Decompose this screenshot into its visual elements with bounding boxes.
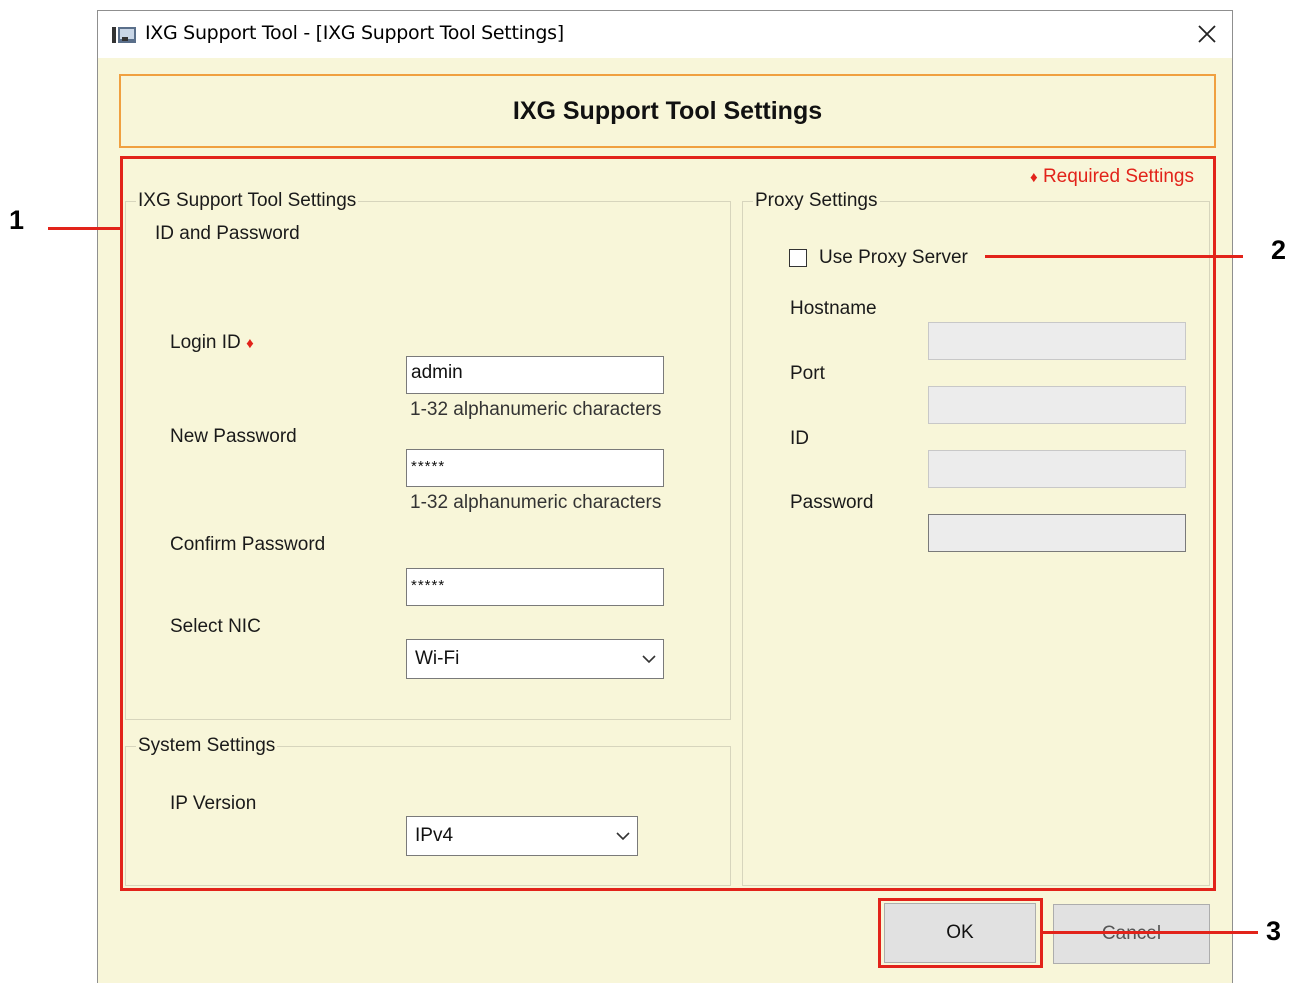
required-settings-note: ♦ Required Settings [1030, 166, 1194, 189]
required-marker: ♦ [246, 335, 254, 352]
callout-line-3 [1040, 931, 1258, 934]
login-id-hint: 1-32 alphanumeric characters [410, 399, 662, 420]
callout-line-2 [985, 255, 1243, 258]
password-label: Password [790, 492, 874, 513]
nic-select[interactable]: Wi-Fi [406, 639, 664, 679]
required-settings-text: Required Settings [1042, 166, 1194, 187]
use-proxy-label[interactable]: Use Proxy Server [819, 247, 968, 269]
close-button[interactable] [1185, 14, 1229, 54]
login-id-label: Login ID ♦ [170, 332, 254, 355]
login-id-input[interactable]: admin [406, 356, 664, 394]
callout-box-ok [878, 898, 1043, 968]
new-password-label: New Password [170, 426, 297, 447]
confirm-password-label: Confirm Password [170, 534, 326, 555]
new-password-hint: 1-32 alphanumeric characters [410, 492, 662, 513]
proxy-settings-legend: Proxy Settings [753, 190, 880, 212]
proxy-id-input[interactable] [928, 450, 1186, 488]
required-marker: ♦ [1030, 169, 1038, 186]
support-settings-legend: IXG Support Tool Settings [136, 190, 359, 212]
close-icon [1198, 25, 1216, 43]
hostname-label: Hostname [790, 298, 877, 319]
select-nic-label: Select NIC [170, 616, 261, 637]
callout-number-3: 3 [1266, 916, 1282, 946]
cancel-button[interactable]: Cancel [1053, 904, 1210, 964]
hostname-input[interactable] [928, 322, 1186, 360]
window-title: IXG Support Tool - [IXG Support Tool Set… [145, 22, 564, 44]
id-label: ID [790, 428, 809, 449]
callout-number-1: 1 [9, 205, 25, 235]
app-icon [112, 25, 136, 45]
callout-line-1 [48, 227, 122, 230]
use-proxy-checkbox[interactable] [789, 249, 807, 267]
system-settings-legend: System Settings [136, 735, 278, 757]
port-label: Port [790, 363, 825, 384]
ip-version-label: IP Version [170, 793, 257, 814]
proxy-password-input[interactable] [928, 514, 1186, 552]
new-password-input[interactable]: ***** [406, 449, 664, 487]
ip-version-value: IPv4 [415, 825, 454, 846]
login-id-label-text: Login ID [170, 332, 241, 353]
nic-select-value: Wi-Fi [415, 648, 460, 669]
chevron-down-icon [616, 832, 630, 841]
chevron-down-icon [642, 655, 656, 664]
id-password-heading: ID and Password [155, 223, 300, 244]
callout-number-2: 2 [1271, 235, 1287, 265]
ip-version-select[interactable]: IPv4 [406, 816, 638, 856]
confirm-password-input[interactable]: ***** [406, 568, 664, 606]
page-title: IXG Support Tool Settings [119, 74, 1216, 148]
port-input[interactable] [928, 386, 1186, 424]
